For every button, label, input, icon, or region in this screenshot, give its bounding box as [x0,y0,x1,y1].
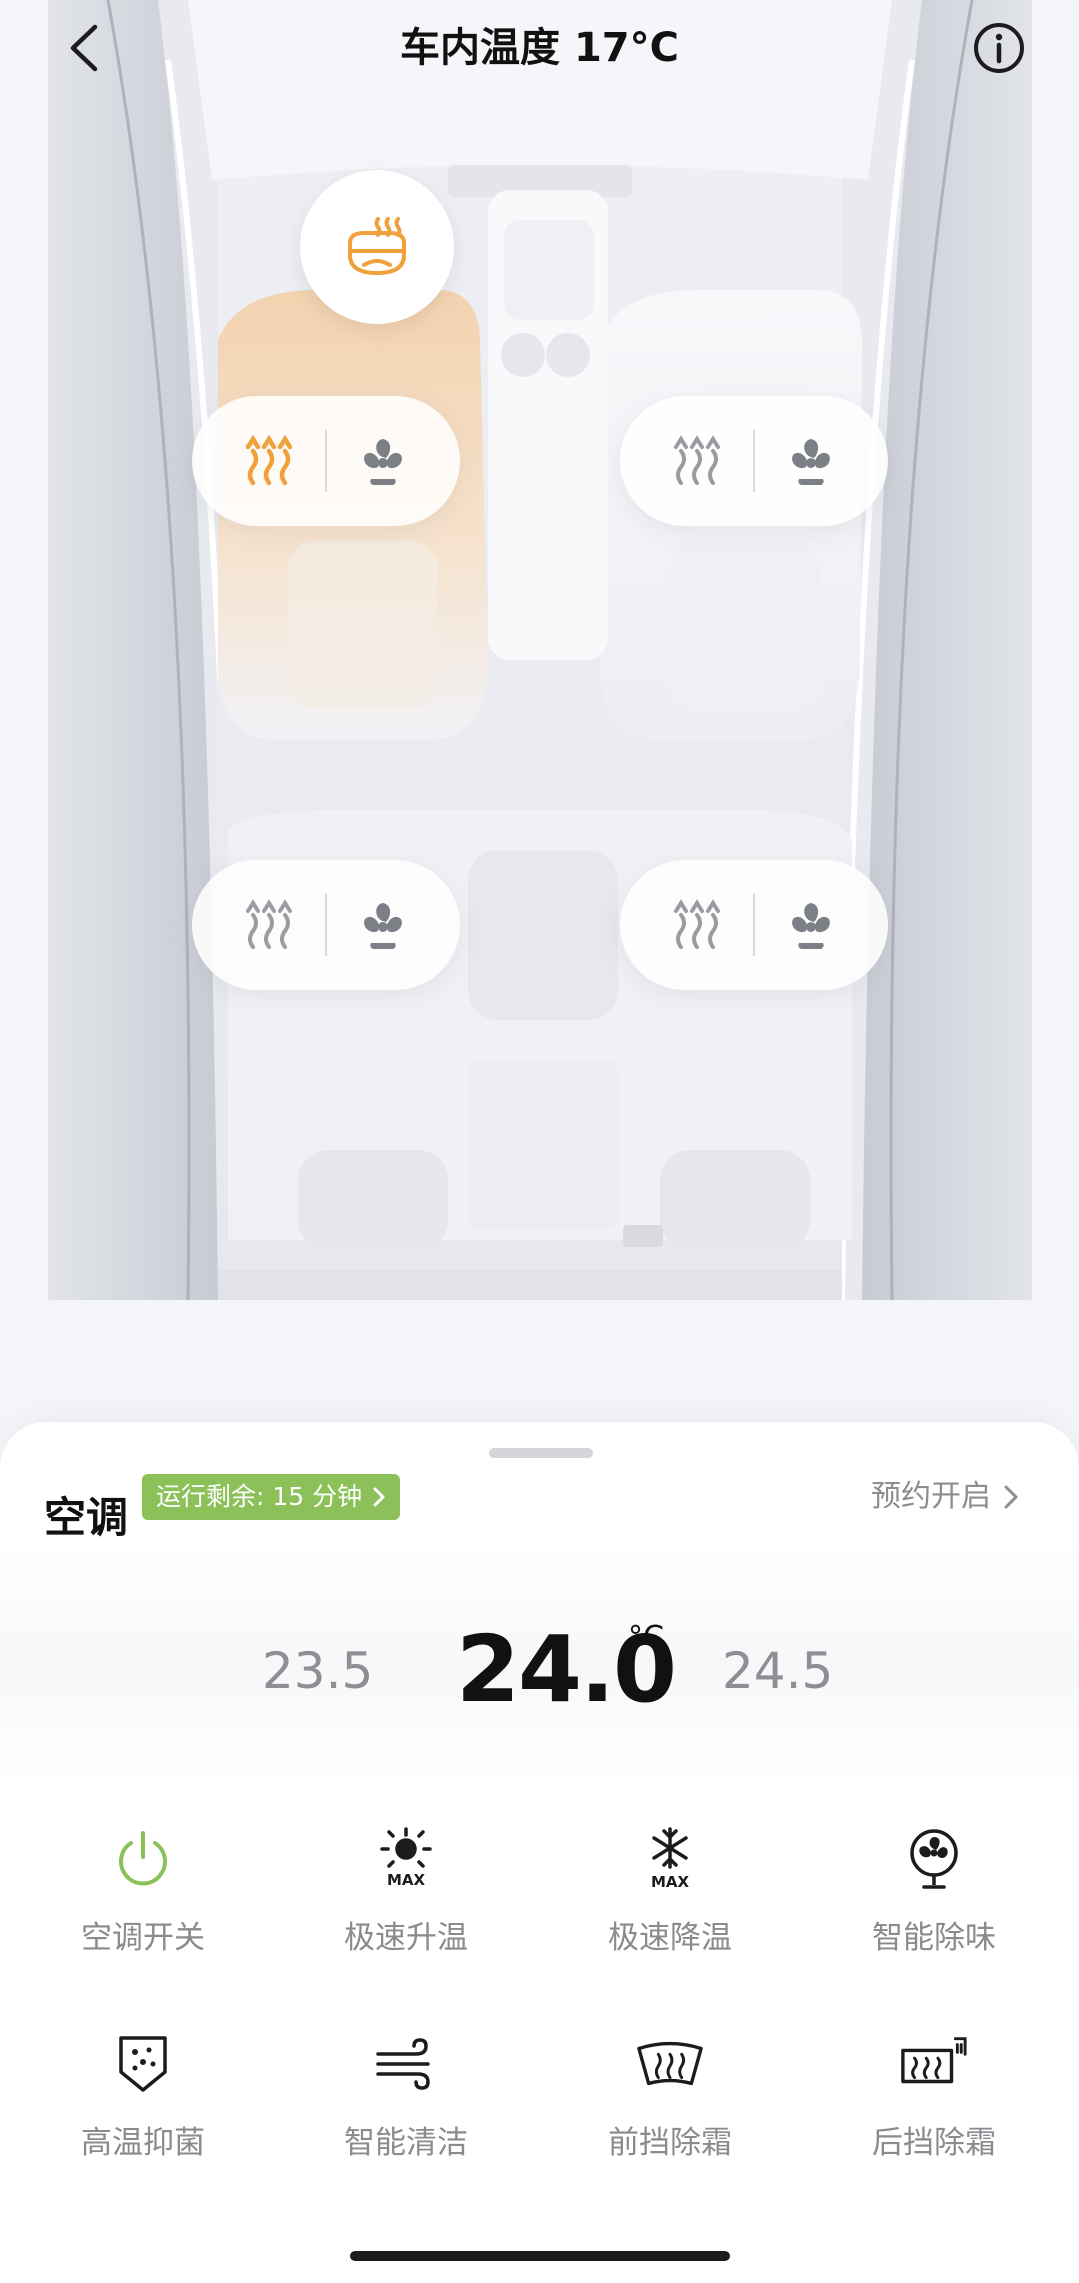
info-button[interactable] [971,20,1027,76]
seat-fan-button[interactable] [776,890,846,960]
seat-fan-button[interactable] [348,426,418,496]
func-label: 极速升温 [344,1920,468,1956]
seat-control-rear-left[interactable] [192,860,460,990]
func-label: 智能除味 [872,1920,996,1956]
divider [324,894,327,956]
runtime-badge[interactable]: 运行剩余: 15 分钟 [142,1474,401,1520]
ac-power-button[interactable]: 空调开关 [33,1824,253,1984]
temp-option-prev[interactable]: 23.5 [262,1636,373,1706]
func-label: 空调开关 [81,1920,205,1956]
seat-control-front-left[interactable] [192,396,460,526]
seat-heat-button[interactable] [662,890,732,960]
info-icon [974,23,1024,73]
seat-heat-icon [246,434,293,486]
temperature-selector[interactable]: 23.5 24.0 °C 24.5 [0,1544,1079,1784]
func-label: 智能清洁 [344,2125,468,2161]
seat-control-front-right[interactable] [620,396,888,526]
seat-heat-icon [674,899,721,949]
runtime-badge-label: 运行剩余: 15 分钟 [156,1482,363,1511]
climate-panel: 空调 运行剩余: 15 分钟 预约开启 23.5 24.0 °C 24.5 空调… [0,1422,1079,2283]
car-interior-view [48,0,1032,1300]
svg-text:MAX: MAX [387,1871,426,1889]
front-defrost-button[interactable]: 前挡除霜 [560,2029,780,2189]
divider [324,430,327,492]
svg-text:MAX: MAX [651,1873,690,1891]
temp-unit: °C [628,1620,664,1655]
steering-wheel-heat-button[interactable] [300,170,454,324]
chevron-right-icon [373,1487,385,1507]
divider [752,430,755,492]
seat-heat-button[interactable] [234,890,304,960]
seat-heat-button[interactable] [234,426,304,496]
seat-fan-icon [363,439,402,485]
header: 车内温度 17°C [0,0,1079,100]
home-indicator[interactable] [350,2251,730,2261]
schedule-start-button[interactable]: 预约开启 [871,1474,1019,1520]
high-temp-sterilize-button[interactable]: 高温抑菌 [33,2029,253,2189]
seat-fan-icon [791,903,830,949]
steering-wheel-heat-icon [348,217,406,275]
smart-deodorize-button[interactable]: 智能除味 [824,1824,1044,1984]
func-label: 后挡除霜 [872,2125,996,2161]
seat-heat-icon [674,435,721,485]
fan-icon [910,1829,958,1889]
car-interior-illustration [48,0,1032,1300]
rear-defrost-icon [901,2037,967,2084]
page-title: 车内温度 17°C [400,25,679,71]
snowflake-max-icon: MAX [651,1827,690,1891]
divider [752,894,755,956]
seat-heat-icon [246,899,293,949]
rear-defrost-button[interactable]: 后挡除霜 [824,2029,1044,2189]
drag-handle[interactable] [489,1448,593,1458]
func-label: 极速降温 [608,1920,732,1956]
front-defrost-icon [637,2041,703,2086]
schedule-label: 预约开启 [871,1479,991,1514]
func-label: 高温抑菌 [81,2125,205,2161]
chevron-right-icon [1004,1485,1018,1509]
temp-option-next[interactable]: 24.5 [722,1636,833,1706]
seat-fan-icon [363,903,402,949]
seat-fan-button[interactable] [348,890,418,960]
seat-control-rear-right[interactable] [620,860,888,990]
smart-clean-button[interactable]: 智能清洁 [296,2029,516,2189]
power-icon [119,1831,167,1886]
rapid-heat-button[interactable]: MAX 极速升温 [296,1824,516,1984]
rapid-cool-button[interactable]: MAX 极速降温 [560,1824,780,1984]
seat-fan-icon [791,439,830,485]
func-label: 前挡除霜 [608,2125,732,2161]
seat-heat-button[interactable] [662,426,732,496]
wind-icon [376,2038,430,2090]
shield-dots-icon [119,2036,167,2092]
seat-fan-button[interactable] [776,426,846,496]
sun-max-icon: MAX [380,1827,432,1889]
